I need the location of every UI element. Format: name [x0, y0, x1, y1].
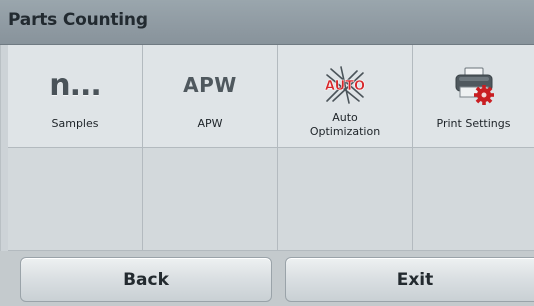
back-button[interactable]: Back [20, 257, 272, 302]
title-bar: Parts Counting [0, 0, 534, 45]
printer-gear-icon [413, 65, 534, 105]
n-ellipsis-icon: n... [8, 65, 142, 105]
n-ellipsis-glyph: n... [49, 67, 102, 103]
empty-slot [413, 148, 534, 251]
menu-item-label: Samples [51, 117, 99, 130]
menu-item-label-line-2: Optimization [309, 125, 381, 138]
bottom-button-bar: Back Exit [0, 251, 534, 306]
menu-item-label: Auto Optimization [280, 111, 410, 139]
menu-item-samples[interactable]: n... Samples [8, 45, 143, 148]
menu-item-auto-optimization[interactable]: AUTO Auto Optimization [278, 45, 413, 148]
apw-text-icon: APW [143, 65, 277, 105]
menu-item-label: Print Settings [436, 117, 511, 130]
empty-slot [8, 148, 143, 251]
parts-counting-screen: Parts Counting n... Samples APW APW AUTO… [0, 0, 534, 306]
auto-optimization-icon: AUTO [278, 65, 412, 105]
empty-slot [143, 148, 278, 251]
menu-item-label: APW [197, 117, 223, 130]
apw-glyph: APW [183, 73, 237, 97]
menu-item-print-settings[interactable]: Print Settings [413, 45, 534, 148]
exit-button[interactable]: Exit [285, 257, 534, 302]
empty-slot [278, 148, 413, 251]
menu-item-label-line-1: Auto [332, 111, 358, 124]
auto-badge-text: AUTO [325, 79, 365, 94]
menu-grid: n... Samples APW APW AUTO Auto Optimizat… [8, 45, 534, 251]
page-title: Parts Counting [8, 10, 148, 30]
menu-item-apw[interactable]: APW APW [143, 45, 278, 148]
